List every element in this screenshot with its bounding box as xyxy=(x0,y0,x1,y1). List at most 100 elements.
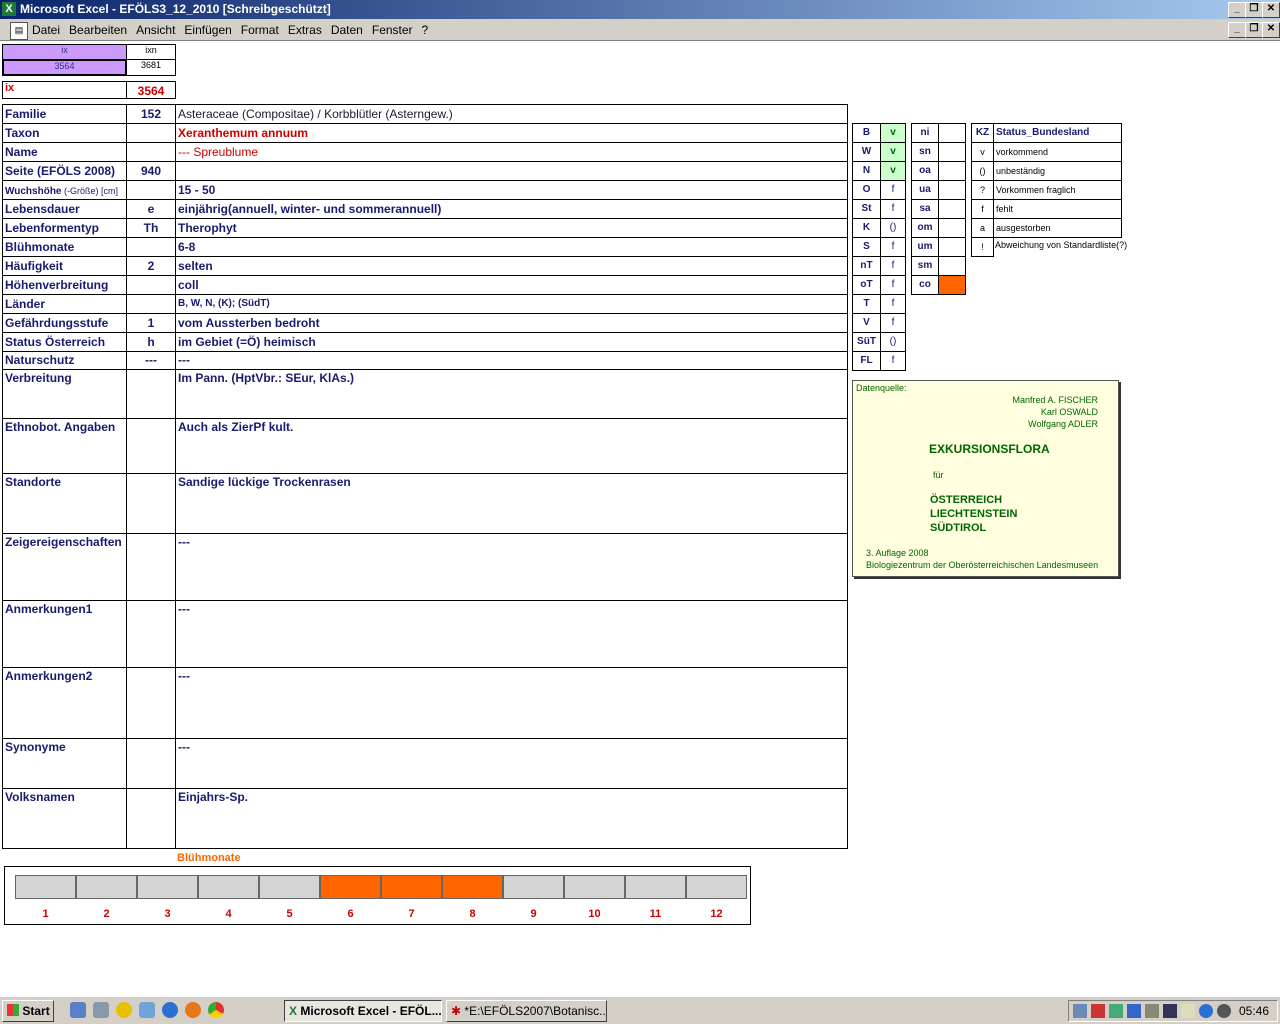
row-code[interactable]: Th xyxy=(126,218,176,238)
worksheet[interactable]: ix ixn 3564 3681 ix 3564 Familie 152 Aster… xyxy=(0,42,1280,995)
altitude-code[interactable]: om xyxy=(911,218,939,238)
row-label[interactable]: Ethnobot. Angaben xyxy=(2,418,127,474)
row-label[interactable]: Standorte xyxy=(2,473,127,534)
altitude-code[interactable]: sm xyxy=(911,256,939,276)
row-label[interactable]: Anmerkungen2 xyxy=(2,667,127,739)
altitude-flag[interactable] xyxy=(938,180,966,200)
row-value[interactable]: Im Pann. (HptVbr.: SEur, KlAs.) xyxy=(175,369,848,419)
row-label[interactable]: Blühmonate xyxy=(2,237,127,257)
altitude-flag[interactable] xyxy=(938,161,966,181)
legend-text[interactable]: unbeständig xyxy=(993,161,1122,181)
altitude-code[interactable]: sa xyxy=(911,199,939,219)
legend-text[interactable]: ausgestorben xyxy=(993,218,1122,238)
row-code[interactable]: 2 xyxy=(126,256,176,276)
row-value[interactable]: 15 - 50 xyxy=(175,180,848,200)
row-value[interactable]: vom Aussterben bedroht xyxy=(175,313,848,333)
tray-icon[interactable] xyxy=(1181,1004,1195,1018)
doc-restore-button[interactable]: ❐ xyxy=(1245,22,1263,38)
row-code[interactable] xyxy=(126,180,176,200)
tray-icon[interactable] xyxy=(1109,1004,1123,1018)
doc-close-button[interactable]: ✕ xyxy=(1262,22,1280,38)
state-code[interactable]: N xyxy=(852,161,881,181)
altitude-flag[interactable] xyxy=(938,237,966,257)
row-value[interactable]: Xeranthemum annuum xyxy=(175,123,848,143)
row-label[interactable]: Naturschutz xyxy=(2,351,127,370)
state-status[interactable]: f xyxy=(880,351,906,371)
menu-item[interactable]: Fenster xyxy=(372,19,413,41)
state-status[interactable]: f xyxy=(880,275,906,295)
state-code[interactable]: K xyxy=(852,218,881,238)
state-status[interactable]: f xyxy=(880,199,906,219)
row-value[interactable]: --- xyxy=(175,600,848,668)
state-status[interactable]: () xyxy=(880,218,906,238)
state-code[interactable]: St xyxy=(852,199,881,219)
row-value[interactable]: --- xyxy=(175,738,848,789)
altitude-flag[interactable] xyxy=(938,142,966,162)
row-label[interactable]: Verbreitung xyxy=(2,369,127,419)
legend-kz[interactable]: v xyxy=(971,142,994,162)
menu-item[interactable]: Extras xyxy=(288,19,322,41)
row-code[interactable] xyxy=(126,738,176,789)
row-value[interactable]: coll xyxy=(175,275,848,295)
row-label[interactable]: Wuchshöhe (-Größe) [cm] xyxy=(2,180,127,200)
row-value[interactable]: --- xyxy=(175,667,848,739)
tray-icon[interactable] xyxy=(1091,1004,1105,1018)
menu-item[interactable]: Format xyxy=(241,19,279,41)
ix-label-cell[interactable]: ix xyxy=(2,81,127,99)
row-value[interactable]: Einjahrs-Sp. xyxy=(175,788,848,849)
menu-item[interactable]: ? xyxy=(422,19,429,41)
row-label[interactable]: Volksnamen xyxy=(2,788,127,849)
legend-text[interactable]: vorkommend xyxy=(993,142,1122,162)
excel-app-icon[interactable]: X xyxy=(2,2,16,16)
altitude-flag[interactable] xyxy=(938,199,966,219)
firefox-icon[interactable] xyxy=(185,1002,201,1018)
row-label[interactable]: Synonyme xyxy=(2,738,127,789)
legend-text[interactable]: Vorkommen fraglich xyxy=(993,180,1122,200)
row-code[interactable] xyxy=(126,788,176,849)
row-label[interactable]: Name xyxy=(2,142,127,162)
row-label[interactable]: Taxon xyxy=(2,123,127,143)
state-code[interactable]: nT xyxy=(852,256,881,276)
row-label[interactable]: Anmerkungen1 xyxy=(2,600,127,668)
tray-icon[interactable] xyxy=(1127,1004,1141,1018)
state-status[interactable]: f xyxy=(880,294,906,314)
ixn-header-cell[interactable]: ixn xyxy=(126,44,176,60)
row-code[interactable] xyxy=(126,600,176,668)
media-player-icon[interactable] xyxy=(116,1002,132,1018)
row-value[interactable]: B, W, N, (K); (SüdT) xyxy=(175,294,848,314)
minimize-button[interactable]: _ xyxy=(1228,2,1246,18)
legend-text[interactable]: fehlt xyxy=(993,199,1122,219)
close-button[interactable]: ✕ xyxy=(1262,2,1280,18)
row-value[interactable]: --- Spreublume xyxy=(175,142,848,162)
legend-kz[interactable]: f xyxy=(971,199,994,219)
row-label[interactable]: Lebenformentyp xyxy=(2,218,127,238)
state-status[interactable]: f xyxy=(880,180,906,200)
row-code[interactable]: e xyxy=(126,199,176,219)
row-label[interactable]: Seite (EFÖLS 2008) xyxy=(2,161,127,181)
state-code[interactable]: B xyxy=(852,123,881,143)
doc-minimize-button[interactable]: _ xyxy=(1228,22,1246,38)
row-label[interactable]: Zeigereigenschaften xyxy=(2,533,127,601)
explorer-icon[interactable] xyxy=(93,1002,109,1018)
row-code[interactable] xyxy=(126,418,176,474)
state-code[interactable]: T xyxy=(852,294,881,314)
row-value[interactable]: Sandige lückige Trockenrasen xyxy=(175,473,848,534)
row-value[interactable]: Therophyt xyxy=(175,218,848,238)
menu-item[interactable]: Bearbeiten xyxy=(69,19,127,41)
menu-item[interactable]: Datei xyxy=(32,19,60,41)
state-status[interactable]: v xyxy=(880,123,906,143)
row-label[interactable]: Gefährdungsstufe xyxy=(2,313,127,333)
state-code[interactable]: FL xyxy=(852,351,881,371)
chrome-icon[interactable] xyxy=(208,1002,224,1018)
network-icon[interactable] xyxy=(139,1002,155,1018)
row-value[interactable]: 6-8 xyxy=(175,237,848,257)
row-code[interactable] xyxy=(126,473,176,534)
info-icon[interactable] xyxy=(1199,1004,1213,1018)
row-label[interactable]: Länder xyxy=(2,294,127,314)
altitude-flag[interactable] xyxy=(938,275,966,295)
tray-icon[interactable] xyxy=(1163,1004,1177,1018)
row-code[interactable] xyxy=(126,533,176,601)
menu-item[interactable]: Daten xyxy=(331,19,363,41)
row-code[interactable]: 1 xyxy=(126,313,176,333)
row-value[interactable]: --- xyxy=(175,533,848,601)
